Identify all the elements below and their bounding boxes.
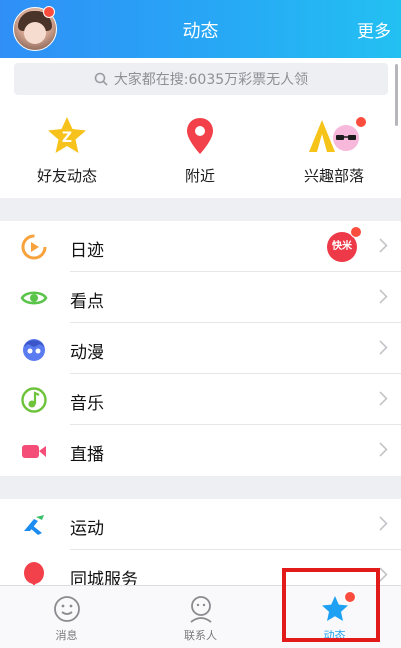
kuaimi-notification-dot: [350, 226, 362, 238]
search-bar[interactable]: 大家都在搜:6035万彩票无人领: [14, 63, 388, 95]
menu-label: 日迹: [70, 241, 104, 261]
highlight-box: [282, 568, 380, 642]
tab-messages[interactable]: 消息: [0, 586, 133, 648]
menu-row-watch[interactable]: 看点: [0, 272, 401, 323]
contacts-icon: [186, 594, 216, 624]
tab-contacts[interactable]: 联系人: [134, 586, 267, 648]
search-section: 大家都在搜:6035万彩票无人领: [0, 58, 401, 102]
quick-link-label: 好友动态: [36, 167, 97, 185]
menu-row-sports[interactable]: 运动: [0, 499, 401, 550]
running-icon: [24, 515, 44, 535]
svg-text:Z: Z: [62, 130, 72, 146]
menu-label: 动漫: [70, 343, 104, 363]
chevron-right-icon: [379, 340, 388, 355]
quick-link-nearby[interactable]: 附近: [140, 114, 260, 186]
chevron-right-icon: [379, 391, 388, 406]
quick-link-tribe[interactable]: 兴趣部落: [274, 114, 394, 186]
search-icon: [94, 72, 108, 86]
menu-label: 音乐: [70, 394, 104, 414]
daily-trace-icon: [21, 234, 47, 260]
menu-row-anime[interactable]: 动漫: [0, 323, 401, 374]
menu-row-daily-trace[interactable]: 日迹 快米: [0, 221, 401, 272]
friend-feed-icon: Z: [45, 114, 89, 158]
music-icon: [21, 387, 47, 413]
menu-label: 直播: [70, 445, 104, 465]
quick-links: Z 好友动态 附近 兴趣部落: [0, 102, 401, 198]
live-camera-icon: [22, 445, 46, 458]
tab-label: 消息: [55, 629, 78, 642]
location-pin-icon: [178, 114, 222, 158]
chevron-right-icon: [379, 442, 388, 457]
tribe-icon: [309, 114, 367, 158]
scrollbar[interactable]: [395, 64, 398, 126]
menu-row-live[interactable]: 直播: [0, 425, 401, 476]
chevron-right-icon: [379, 238, 388, 253]
top-bar: 动态 更多: [0, 0, 401, 58]
page-title: 动态: [182, 21, 219, 42]
chevron-right-icon: [379, 289, 388, 304]
more-button[interactable]: 更多: [357, 17, 391, 42]
tab-label: 联系人: [184, 629, 217, 642]
chevron-right-icon: [379, 516, 388, 531]
quick-link-label: 兴趣部落: [303, 167, 364, 185]
message-smile-icon: [52, 594, 82, 624]
tribe-notification-dot: [355, 116, 367, 128]
chevron-right-icon: [379, 567, 388, 582]
quick-link-friend-feed[interactable]: Z 好友动态: [7, 114, 127, 186]
menu-row-music[interactable]: 音乐: [0, 374, 401, 425]
search-placeholder: 大家都在搜:6035万彩票无人领: [113, 72, 309, 88]
eye-icon: [20, 291, 48, 305]
anime-icon: [23, 339, 45, 361]
menu-label: 运动: [70, 519, 104, 539]
feature-list-1: 日迹 快米 看点 动漫 音乐 直播: [0, 221, 401, 476]
menu-label: 看点: [70, 292, 104, 312]
quick-link-label: 附近: [184, 167, 215, 185]
